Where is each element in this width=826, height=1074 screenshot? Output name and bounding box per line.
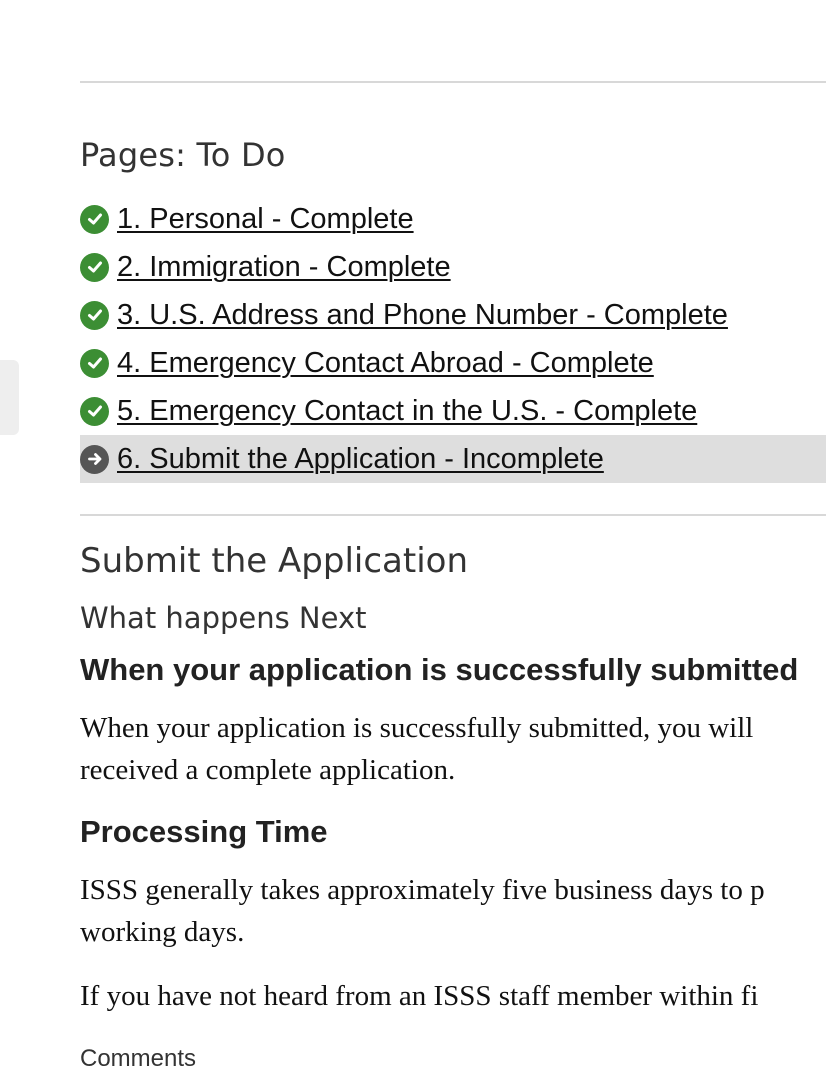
page-item-us-address[interactable]: 3. U.S. Address and Phone Number - Compl…: [80, 291, 826, 339]
section-title: Submit the Application: [80, 541, 468, 581]
pages-heading: Pages: To Do: [80, 136, 286, 174]
side-panel-tab[interactable]: [0, 360, 19, 435]
page-link-us-address[interactable]: 3. U.S. Address and Phone Number - Compl…: [117, 299, 728, 332]
paragraph-line: received a complete application.: [80, 754, 456, 786]
check-circle-icon: [80, 252, 109, 282]
section-divider: [80, 514, 826, 516]
check-circle-icon: [80, 348, 109, 378]
page-item-submit[interactable]: 6. Submit the Application - Incomplete: [80, 435, 826, 483]
paragraph-line: ISSS generally takes approximately five …: [80, 874, 765, 906]
paragraph-line: When your application is successfully su…: [80, 712, 754, 744]
comments-label: Comments: [80, 1045, 197, 1072]
submitted-paragraph: When your application is successfully su…: [80, 707, 753, 791]
top-divider: [80, 81, 826, 83]
paragraph-line: If you have not heard from an ISSS staff…: [80, 980, 759, 1012]
check-circle-icon: [80, 204, 109, 234]
page-item-personal[interactable]: 1. Personal - Complete: [80, 195, 826, 243]
paragraph-line: working days.: [80, 916, 245, 948]
submitted-heading: When your application is successfully su…: [80, 652, 799, 687]
page-link-emergency-us[interactable]: 5. Emergency Contact in the U.S. - Compl…: [117, 395, 697, 428]
page-link-immigration[interactable]: 2. Immigration - Complete: [117, 251, 451, 284]
page-item-emergency-abroad[interactable]: 4. Emergency Contact Abroad - Complete: [80, 339, 826, 387]
page-item-emergency-us[interactable]: 5. Emergency Contact in the U.S. - Compl…: [80, 387, 826, 435]
follow-up-paragraph: If you have not heard from an ISSS staff…: [80, 975, 758, 1017]
processing-time-paragraph: ISSS generally takes approximately five …: [80, 869, 765, 953]
check-circle-icon: [80, 300, 109, 330]
section-subtitle: What happens Next: [80, 601, 367, 635]
check-circle-icon: [80, 396, 109, 426]
page-link-submit[interactable]: 6. Submit the Application - Incomplete: [117, 443, 604, 476]
page-item-immigration[interactable]: 2. Immigration - Complete: [80, 243, 826, 291]
arrow-circle-icon: [80, 444, 109, 474]
processing-time-heading: Processing Time: [80, 814, 328, 849]
page-list: 1. Personal - Complete 2. Immigration - …: [80, 195, 826, 483]
page-link-personal[interactable]: 1. Personal - Complete: [117, 203, 414, 236]
page-link-emergency-abroad[interactable]: 4. Emergency Contact Abroad - Complete: [117, 347, 654, 380]
